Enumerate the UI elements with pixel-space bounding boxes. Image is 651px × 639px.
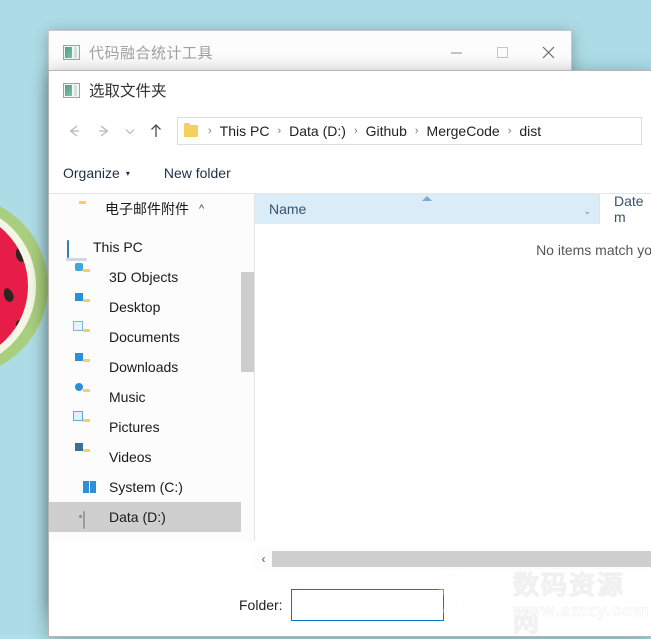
app-title: 代码融合统计工具: [89, 44, 214, 62]
recent-locations-button[interactable]: [119, 116, 141, 146]
minimize-button[interactable]: [433, 31, 479, 73]
tree-item-label: 3D Objects: [109, 269, 179, 285]
arrow-left-icon: [69, 125, 79, 137]
dialog-title: 选取文件夹: [89, 83, 167, 100]
folder-downloads-icon: [75, 353, 101, 375]
tree-item-this-pc[interactable]: This PC: [49, 232, 254, 262]
maximize-icon: [496, 46, 508, 58]
folder-videos-icon: [75, 443, 101, 465]
tree-item-label: Desktop: [109, 299, 161, 315]
tree-item-label: Data (D:): [109, 509, 166, 525]
select-folder-dialog: 选取文件夹 › This PC › Data (D:) › Github › M…: [48, 70, 651, 637]
dialog-body: 电子邮件附件 ^ This PC 3D Objects Desktop Docu…: [49, 193, 651, 541]
new-folder-button[interactable]: New folder: [164, 165, 231, 181]
folder-icon: [79, 201, 97, 217]
address-bar[interactable]: › This PC › Data (D:) › Github › MergeCo…: [177, 117, 642, 145]
tree-item-label: Downloads: [109, 359, 179, 375]
organize-label: Organize: [63, 165, 120, 181]
chevron-down-icon: ▾: [125, 168, 130, 178]
breadcrumb-separator: ›: [208, 125, 212, 137]
computer-icon: [67, 239, 85, 258]
navigation-bar: › This PC › Data (D:) › Github › MergeCo…: [49, 109, 651, 153]
breadcrumb-item-mergecode[interactable]: MergeCode: [425, 123, 502, 139]
command-bar: Organize ▾ New folder: [49, 153, 651, 194]
close-icon: [542, 46, 554, 58]
folder-documents-icon: [73, 321, 101, 345]
tree-scrollbar-thumb[interactable]: [241, 272, 254, 372]
folder-music-icon: [75, 383, 101, 405]
app-titlebar[interactable]: 代码融合统计工具: [49, 31, 571, 74]
chevron-down-icon[interactable]: ⌄: [583, 206, 591, 217]
breadcrumb-separator: ›: [277, 125, 282, 137]
tree-item-system-c[interactable]: System (C:): [49, 472, 254, 502]
tree-item-data-d[interactable]: Data (D:): [49, 502, 254, 532]
tree-item-email-attachments[interactable]: 电子邮件附件 ^: [49, 194, 254, 224]
horizontal-scrollbar-thumb[interactable]: [272, 551, 651, 567]
folder-desktop-icon: [75, 293, 101, 315]
column-header-label: Date m: [614, 193, 644, 225]
folder-input[interactable]: [290, 589, 444, 621]
folder-3d-icon: [75, 263, 101, 285]
breadcrumb-item-data-d[interactable]: Data (D:): [287, 123, 348, 139]
organize-button[interactable]: Organize ▾: [63, 165, 130, 181]
tree-item-label: System (C:): [109, 479, 183, 495]
folder-icon: [184, 123, 198, 137]
drive-icon: [83, 509, 101, 529]
column-header-name[interactable]: Name ⌄: [255, 194, 599, 224]
folder-field-label: Folder:: [239, 597, 283, 613]
folder-field-row: Folder:: [49, 574, 651, 636]
maximize-button[interactable]: [479, 31, 525, 73]
windows-drive-icon: [83, 479, 101, 495]
tree-item-3d-objects[interactable]: 3D Objects: [49, 262, 254, 292]
breadcrumb-item-github[interactable]: Github: [364, 123, 409, 139]
file-list-pane[interactable]: Name ⌄ Date m No items match yo: [254, 193, 651, 541]
column-header-label: Name: [269, 201, 307, 217]
new-folder-label: New folder: [163, 165, 231, 181]
arrow-up-icon: [151, 124, 161, 137]
breadcrumb-separator: ›: [353, 125, 358, 137]
tree-item-music[interactable]: Music: [49, 382, 254, 412]
app-window-icon: [63, 44, 80, 60]
close-button[interactable]: [525, 31, 571, 73]
tree-gap: [49, 532, 254, 541]
dialog-titlebar[interactable]: 选取文件夹: [49, 71, 651, 109]
empty-list-message: No items match yo: [536, 242, 651, 258]
up-button[interactable]: [141, 116, 171, 146]
folder-pictures-icon: [73, 411, 101, 435]
tree-gap: [49, 224, 254, 232]
scroll-left-arrow-icon[interactable]: ‹: [255, 552, 272, 566]
tree-item-label: 电子邮件附件: [105, 201, 189, 217]
forward-button[interactable]: [89, 116, 119, 146]
arrow-right-icon: [99, 125, 109, 137]
back-button[interactable]: [59, 116, 89, 146]
tree-item-videos[interactable]: Videos: [49, 442, 254, 472]
tree-item-label: Videos: [109, 449, 152, 465]
app-window-icon: [63, 82, 80, 98]
tree-item-pictures[interactable]: Pictures: [49, 411, 254, 442]
chevron-up-icon[interactable]: ^: [199, 203, 204, 215]
minimize-icon: [450, 52, 462, 53]
chevron-down-icon: [125, 129, 135, 135]
horizontal-scrollbar[interactable]: ‹: [255, 548, 651, 570]
breadcrumb-item-dist[interactable]: dist: [517, 123, 543, 139]
tree-item-downloads[interactable]: Downloads: [49, 352, 254, 382]
tree-item-label: Pictures: [109, 419, 160, 435]
tree-item-documents[interactable]: Documents: [49, 321, 254, 352]
tree-item-desktop[interactable]: Desktop: [49, 292, 254, 322]
window-controls: [433, 31, 571, 73]
breadcrumb-separator: ›: [507, 125, 512, 137]
tree-scrollbar[interactable]: [241, 194, 254, 541]
navigation-tree[interactable]: 电子邮件附件 ^ This PC 3D Objects Desktop Docu…: [49, 194, 254, 541]
tree-item-label: This PC: [93, 239, 143, 255]
breadcrumb-item-this-pc[interactable]: This PC: [218, 123, 272, 139]
tree-item-label: Documents: [109, 329, 180, 345]
breadcrumb-separator: ›: [414, 125, 419, 137]
tree-item-label: Music: [109, 389, 146, 405]
column-headers: Name ⌄ Date m: [255, 193, 651, 225]
column-header-date-modified[interactable]: Date m: [599, 193, 651, 225]
